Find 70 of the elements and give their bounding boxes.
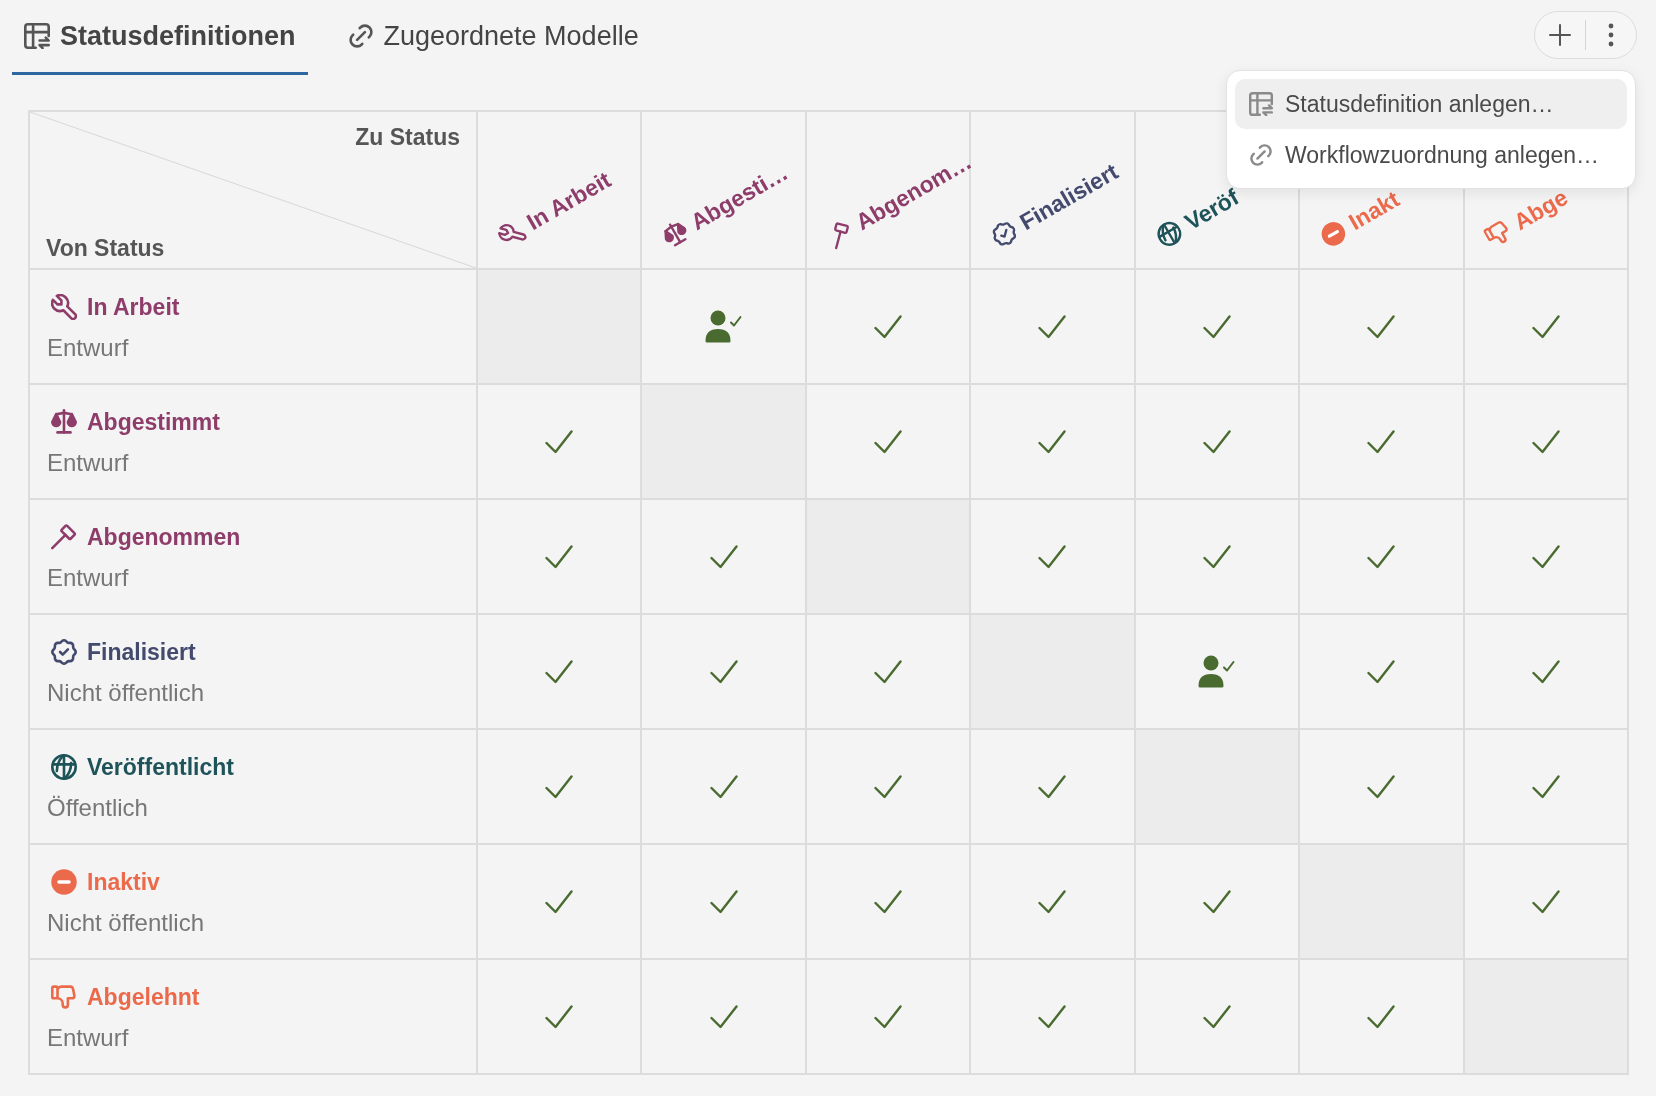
table-arrows-icon bbox=[1249, 92, 1273, 116]
status-subtitle: Entwurf bbox=[47, 563, 129, 593]
check-icon bbox=[1531, 314, 1560, 339]
column-axis-label: Zu Status bbox=[355, 123, 460, 152]
check-icon bbox=[1531, 774, 1560, 799]
check-icon bbox=[1531, 429, 1560, 454]
check-icon bbox=[874, 429, 903, 454]
check-icon bbox=[1038, 1004, 1067, 1029]
status-name: Inaktiv bbox=[87, 868, 160, 897]
menu-item[interactable]: Workflowzuordnung anlegen… bbox=[1235, 130, 1627, 180]
check-icon bbox=[1367, 544, 1396, 569]
check-icon bbox=[1202, 544, 1231, 569]
link-icon bbox=[1249, 143, 1273, 167]
row-axis-label: Von Status bbox=[46, 234, 165, 263]
check-icon bbox=[1038, 544, 1067, 569]
check-icon bbox=[874, 1004, 903, 1029]
check-icon bbox=[709, 774, 738, 799]
check-icon bbox=[1367, 1004, 1396, 1029]
menu-item[interactable]: Statusdefinition anlegen… bbox=[1235, 79, 1627, 129]
check-icon bbox=[1531, 889, 1560, 914]
table-arrows-icon bbox=[24, 23, 50, 49]
status-name: Veröffentlicht bbox=[87, 753, 234, 782]
check-icon bbox=[1202, 429, 1231, 454]
status-subtitle: Nicht öffentlich bbox=[47, 678, 204, 708]
check-icon bbox=[1038, 429, 1067, 454]
column-header: Abge bbox=[1508, 183, 1573, 236]
check-icon bbox=[1531, 544, 1560, 569]
check-icon bbox=[709, 889, 738, 914]
check-icon bbox=[874, 889, 903, 914]
check-icon bbox=[1038, 774, 1067, 799]
check-icon bbox=[545, 889, 574, 914]
status-name: Abgestimmt bbox=[87, 408, 220, 437]
status-name: Abgelehnt bbox=[87, 983, 200, 1012]
check-icon bbox=[1367, 429, 1396, 454]
check-icon bbox=[709, 659, 738, 684]
status-name: In Arbeit bbox=[87, 293, 180, 322]
link-icon bbox=[347, 23, 374, 49]
check-icon bbox=[1367, 774, 1396, 799]
status-subtitle: Nicht öffentlich bbox=[47, 908, 204, 938]
plus-icon bbox=[1548, 24, 1571, 46]
check-icon bbox=[545, 1004, 574, 1029]
status-name: Finalisiert bbox=[87, 638, 196, 667]
person-check-icon bbox=[1198, 655, 1236, 688]
status-name: Abgenommen bbox=[87, 523, 241, 552]
check-icon bbox=[545, 429, 574, 454]
check-icon bbox=[709, 544, 738, 569]
tab[interactable]: Zugeordnete Modelle bbox=[335, 0, 651, 75]
column-header: Inakt bbox=[1343, 184, 1405, 236]
check-icon bbox=[545, 544, 574, 569]
check-icon bbox=[1202, 889, 1231, 914]
check-icon bbox=[545, 774, 574, 799]
status-subtitle: Entwurf bbox=[47, 333, 129, 363]
check-icon bbox=[874, 314, 903, 339]
check-icon bbox=[1038, 889, 1067, 914]
tab[interactable]: Statusdefinitionen bbox=[12, 0, 308, 75]
check-icon bbox=[1038, 314, 1067, 339]
status-subtitle: Öffentlich bbox=[47, 793, 148, 823]
check-icon bbox=[874, 774, 903, 799]
status-subtitle: Entwurf bbox=[47, 448, 129, 478]
check-icon bbox=[1202, 1004, 1231, 1029]
check-icon bbox=[1202, 314, 1231, 339]
check-icon bbox=[1367, 314, 1396, 339]
check-icon bbox=[1531, 659, 1560, 684]
check-icon bbox=[545, 659, 574, 684]
check-icon bbox=[874, 659, 903, 684]
status-subtitle: Entwurf bbox=[47, 1023, 129, 1053]
person-check-icon bbox=[705, 310, 743, 343]
check-icon bbox=[709, 1004, 738, 1029]
check-icon bbox=[1367, 659, 1396, 684]
more-icon bbox=[1608, 23, 1614, 47]
